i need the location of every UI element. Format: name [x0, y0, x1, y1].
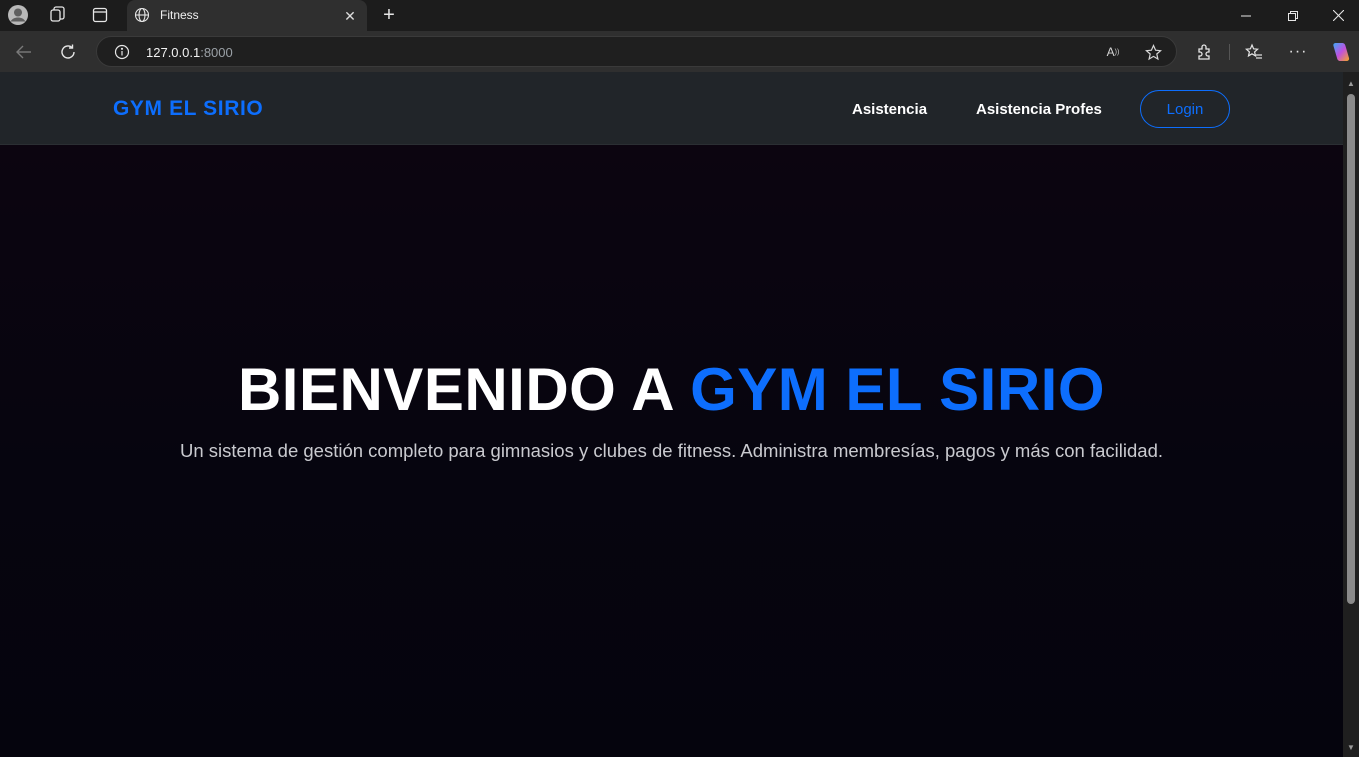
- profile-icon[interactable]: [5, 3, 31, 27]
- url-host: 127.0.0.1: [146, 45, 201, 60]
- new-tab-button[interactable]: +: [377, 4, 401, 26]
- nav-link-asistencia[interactable]: Asistencia: [852, 101, 927, 118]
- hero-title-prefix: BIENVENIDO A: [237, 356, 691, 423]
- hero-subtitle: Un sistema de gestión completo para gimn…: [179, 440, 1164, 461]
- favorites-icon[interactable]: [1241, 39, 1267, 65]
- tab-title: Fitness: [160, 8, 199, 22]
- copilot-icon[interactable]: [1327, 39, 1353, 65]
- url-port: :8000: [200, 45, 233, 60]
- globe-icon: [134, 7, 150, 23]
- brand-logo[interactable]: GYM EL SIRIO: [113, 97, 263, 121]
- page-scrollbar[interactable]: ▲ ▼: [1343, 72, 1359, 757]
- login-button[interactable]: Login: [1140, 90, 1230, 128]
- refresh-icon[interactable]: [54, 38, 82, 66]
- hero-title-accent: GYM EL SIRIO: [690, 356, 1106, 423]
- read-aloud-icon[interactable]: A)): [1102, 42, 1124, 62]
- site-navbar: GYM EL SIRIO Asistencia Asistencia Profe…: [0, 72, 1343, 145]
- browser-toolbar: 127.0.0.1:8000 A)) ···: [0, 31, 1359, 72]
- hero-title: BIENVENIDO A GYM EL SIRIO: [0, 355, 1343, 424]
- url-text: 127.0.0.1:8000: [146, 45, 233, 60]
- favorite-star-icon[interactable]: [1142, 42, 1164, 62]
- browser-tab-bar: Fitness ✕ +: [0, 0, 1359, 31]
- restore-icon[interactable]: [1270, 0, 1316, 31]
- toolbar-divider: [1229, 44, 1230, 60]
- vertical-tabs-icon[interactable]: [87, 3, 113, 27]
- more-menu-icon[interactable]: ···: [1285, 39, 1311, 65]
- page-viewport: GYM EL SIRIO Asistencia Asistencia Profe…: [0, 72, 1343, 757]
- workspaces-icon[interactable]: [45, 3, 71, 27]
- close-window-icon[interactable]: [1315, 0, 1359, 31]
- back-icon[interactable]: [10, 38, 38, 66]
- scroll-down-icon[interactable]: ▼: [1347, 744, 1355, 752]
- nav-link-asistencia-profes[interactable]: Asistencia Profes: [976, 101, 1102, 118]
- tab-fitness[interactable]: Fitness ✕: [127, 0, 367, 31]
- close-tab-icon[interactable]: ✕: [340, 6, 360, 26]
- scroll-up-icon[interactable]: ▲: [1347, 80, 1355, 88]
- minimize-icon[interactable]: [1223, 0, 1269, 31]
- scrollbar-thumb[interactable]: [1347, 94, 1355, 604]
- extensions-icon[interactable]: [1192, 39, 1218, 65]
- site-info-icon[interactable]: [114, 44, 130, 60]
- address-bar[interactable]: 127.0.0.1:8000 A)): [96, 36, 1177, 67]
